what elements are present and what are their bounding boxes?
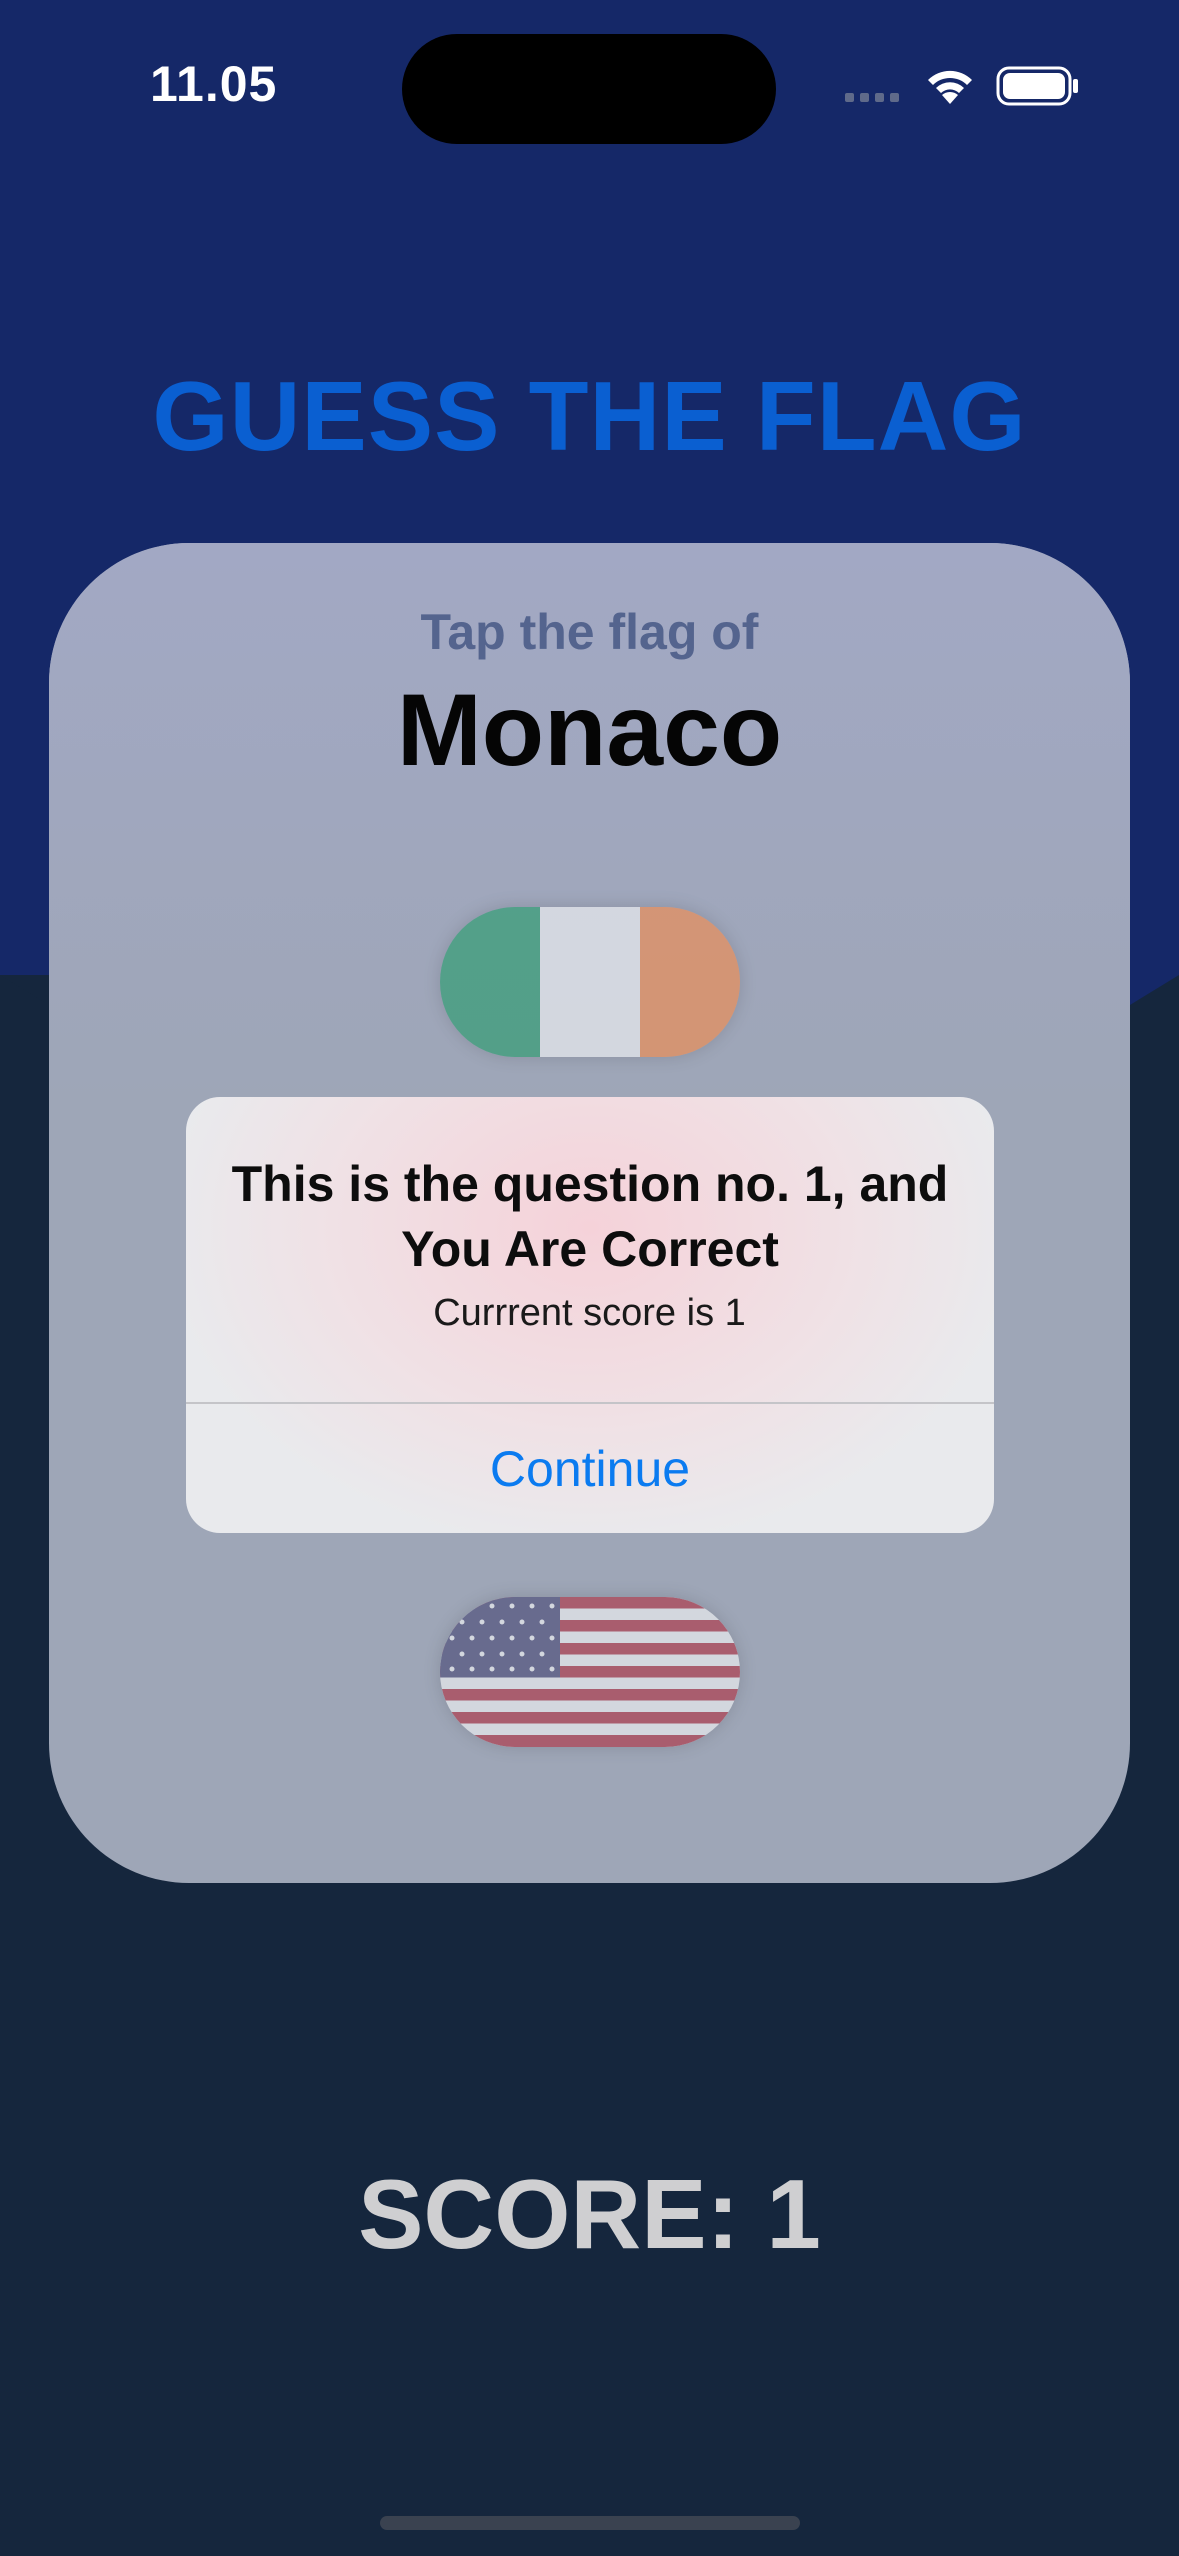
app-title: GUESS THE FLAG xyxy=(152,361,1027,471)
usa-flag-image xyxy=(440,1597,740,1747)
flag-button-ireland[interactable] xyxy=(440,907,740,1057)
status-time: 11.05 xyxy=(150,56,278,112)
alert-message: Currrent score is 1 xyxy=(433,1292,746,1334)
continue-button[interactable]: Continue xyxy=(186,1404,994,1533)
wifi-icon xyxy=(928,70,972,104)
flag-button-united-states[interactable] xyxy=(440,1597,740,1747)
dynamic-island xyxy=(402,34,776,144)
battery-icon xyxy=(996,66,1078,106)
flag-stripe xyxy=(540,907,640,1057)
country-name: Monaco xyxy=(396,673,783,787)
alert-title: This is the question no. 1, and You Are … xyxy=(231,1156,949,1277)
score-label: SCORE: 1 xyxy=(358,2159,821,2269)
cellular-signal-icon xyxy=(845,93,899,102)
question-prompt: Tap the flag of xyxy=(420,604,759,660)
home-indicator[interactable] xyxy=(380,2516,800,2530)
